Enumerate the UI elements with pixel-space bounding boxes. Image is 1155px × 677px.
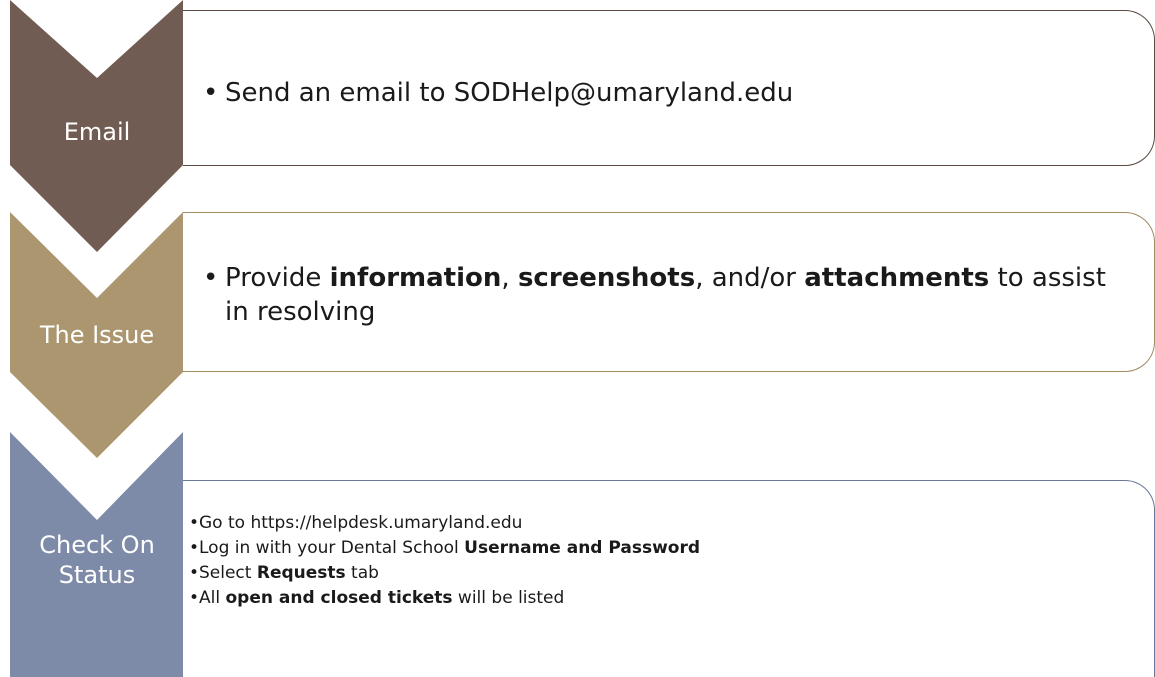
bullet-item: Log in with your Dental School Username … [189, 536, 1154, 561]
panel-status: Go to https://helpdesk.umaryland.edu Log… [183, 480, 1155, 677]
bullet-item: All open and closed tickets will be list… [189, 586, 1154, 611]
issue-bullets: Provide information, screenshots, and/or… [183, 261, 1134, 329]
bullet-item: Send an email to SODHelp@umaryland.edu [203, 76, 1154, 110]
bullet-item: Select Requests tab [189, 561, 1154, 586]
step-label-issue: The Issue [39, 321, 155, 349]
email-bullets: Send an email to SODHelp@umaryland.edu [183, 76, 1154, 110]
step-label-email: Email [63, 118, 131, 146]
bullet-item: Provide information, screenshots, and/or… [203, 261, 1134, 329]
panel-email: Send an email to SODHelp@umaryland.edu [183, 10, 1155, 166]
step-label-status: Check On Status [39, 531, 155, 589]
status-bullets: Go to https://helpdesk.umaryland.edu Log… [183, 511, 1154, 611]
panel-issue: Provide information, screenshots, and/or… [183, 212, 1155, 372]
bullet-item: Go to https://helpdesk.umaryland.edu [189, 511, 1154, 536]
